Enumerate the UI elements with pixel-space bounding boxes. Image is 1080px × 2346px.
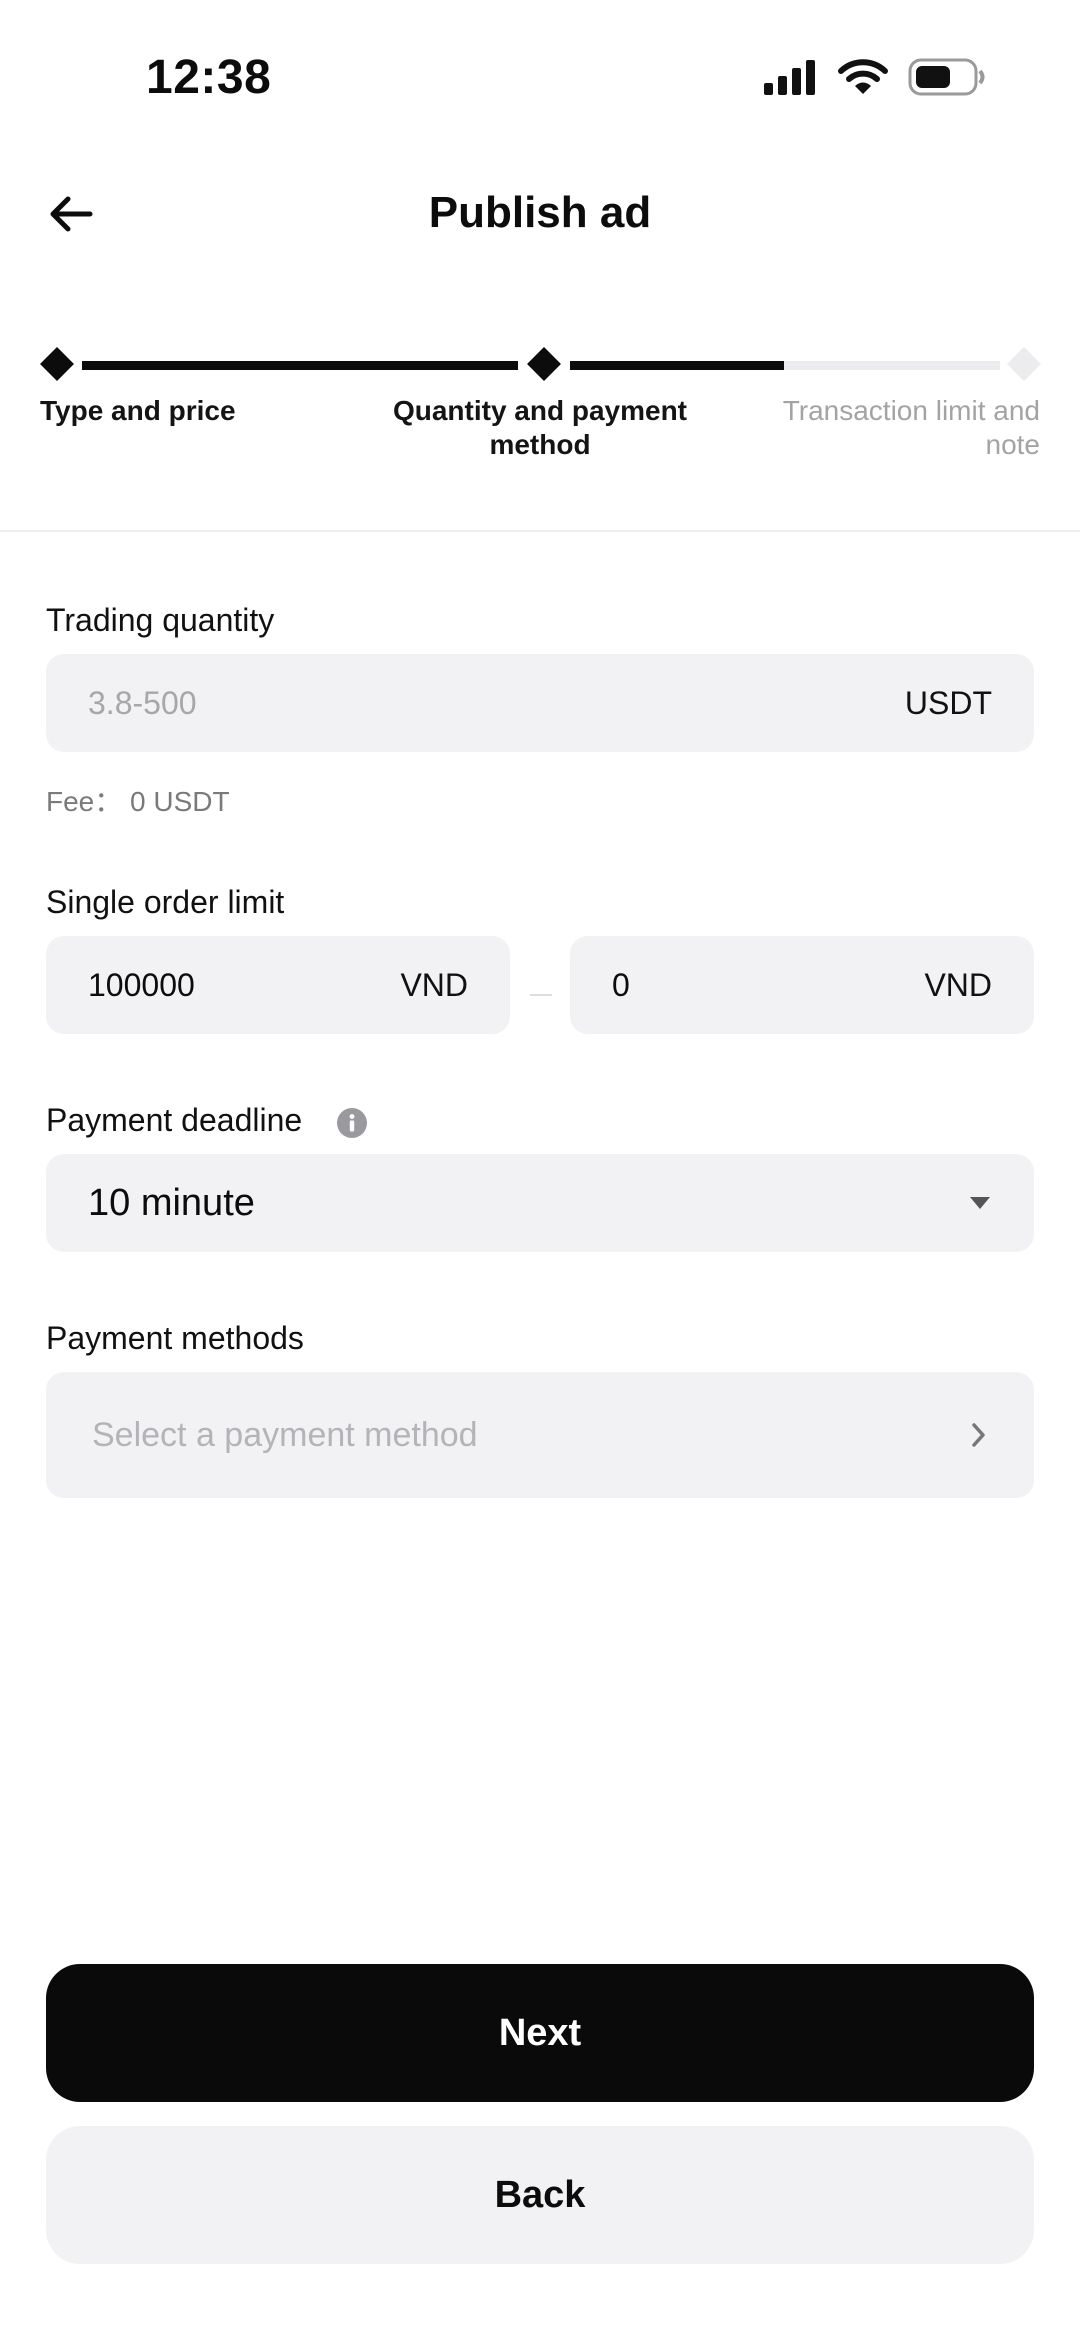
order-limit-min-unit: VND (400, 966, 468, 1003)
step-label-quantity-and-payment: Quantity and payment method (392, 395, 688, 460)
payment-deadline-label: Payment deadline (46, 1102, 303, 1138)
status-time: 12:38 (146, 51, 272, 104)
order-limit-max-value: 0 (612, 966, 630, 1003)
payment-deadline-select[interactable]: 10 minute (46, 1154, 1034, 1252)
step-marker-1 (40, 347, 74, 381)
step-marker-3 (1007, 347, 1041, 381)
cellular-signal-icon (764, 60, 815, 95)
trading-quantity-unit: USDT (904, 684, 992, 721)
payment-methods-label: Payment methods (46, 1320, 304, 1356)
order-limit-max-input[interactable]: 0 VND (570, 936, 1034, 1034)
single-order-limit-label: Single order limit (46, 884, 285, 920)
step-track-1-2 (82, 361, 518, 370)
range-separator (530, 994, 552, 996)
step-track-2-3 (570, 361, 1000, 370)
dropdown-caret-icon (970, 1197, 990, 1209)
trading-quantity-input[interactable]: 3.8-500 USDT (46, 654, 1034, 752)
step-label-type-and-price: Type and price (40, 395, 236, 426)
info-icon[interactable] (336, 1107, 368, 1139)
step-marker-2 (527, 347, 561, 381)
next-button[interactable]: Next (46, 1964, 1034, 2102)
battery-icon (908, 58, 985, 96)
payment-method-selector[interactable]: Select a payment method (46, 1372, 1034, 1498)
payment-method-placeholder: Select a payment method (92, 1415, 478, 1454)
step-label-transaction-limit: Transaction limit and note (782, 395, 1040, 460)
order-limit-max-unit: VND (924, 966, 992, 1003)
step-progress (40, 347, 1041, 381)
payment-deadline-value: 10 minute (88, 1181, 255, 1224)
fee-text: Fee： 0 USDT (46, 786, 230, 817)
header-divider (0, 530, 1080, 532)
chevron-right-icon (972, 1423, 985, 1447)
order-limit-min-input[interactable]: 100000 VND (46, 936, 510, 1034)
trading-quantity-placeholder: 3.8-500 (88, 684, 197, 721)
back-button[interactable]: Back (46, 2126, 1034, 2264)
status-icons (762, 58, 986, 96)
page-title: Publish ad (428, 188, 652, 237)
trading-quantity-label: Trading quantity (46, 602, 275, 638)
order-limit-min-value: 100000 (88, 966, 195, 1003)
wifi-icon (838, 59, 888, 94)
